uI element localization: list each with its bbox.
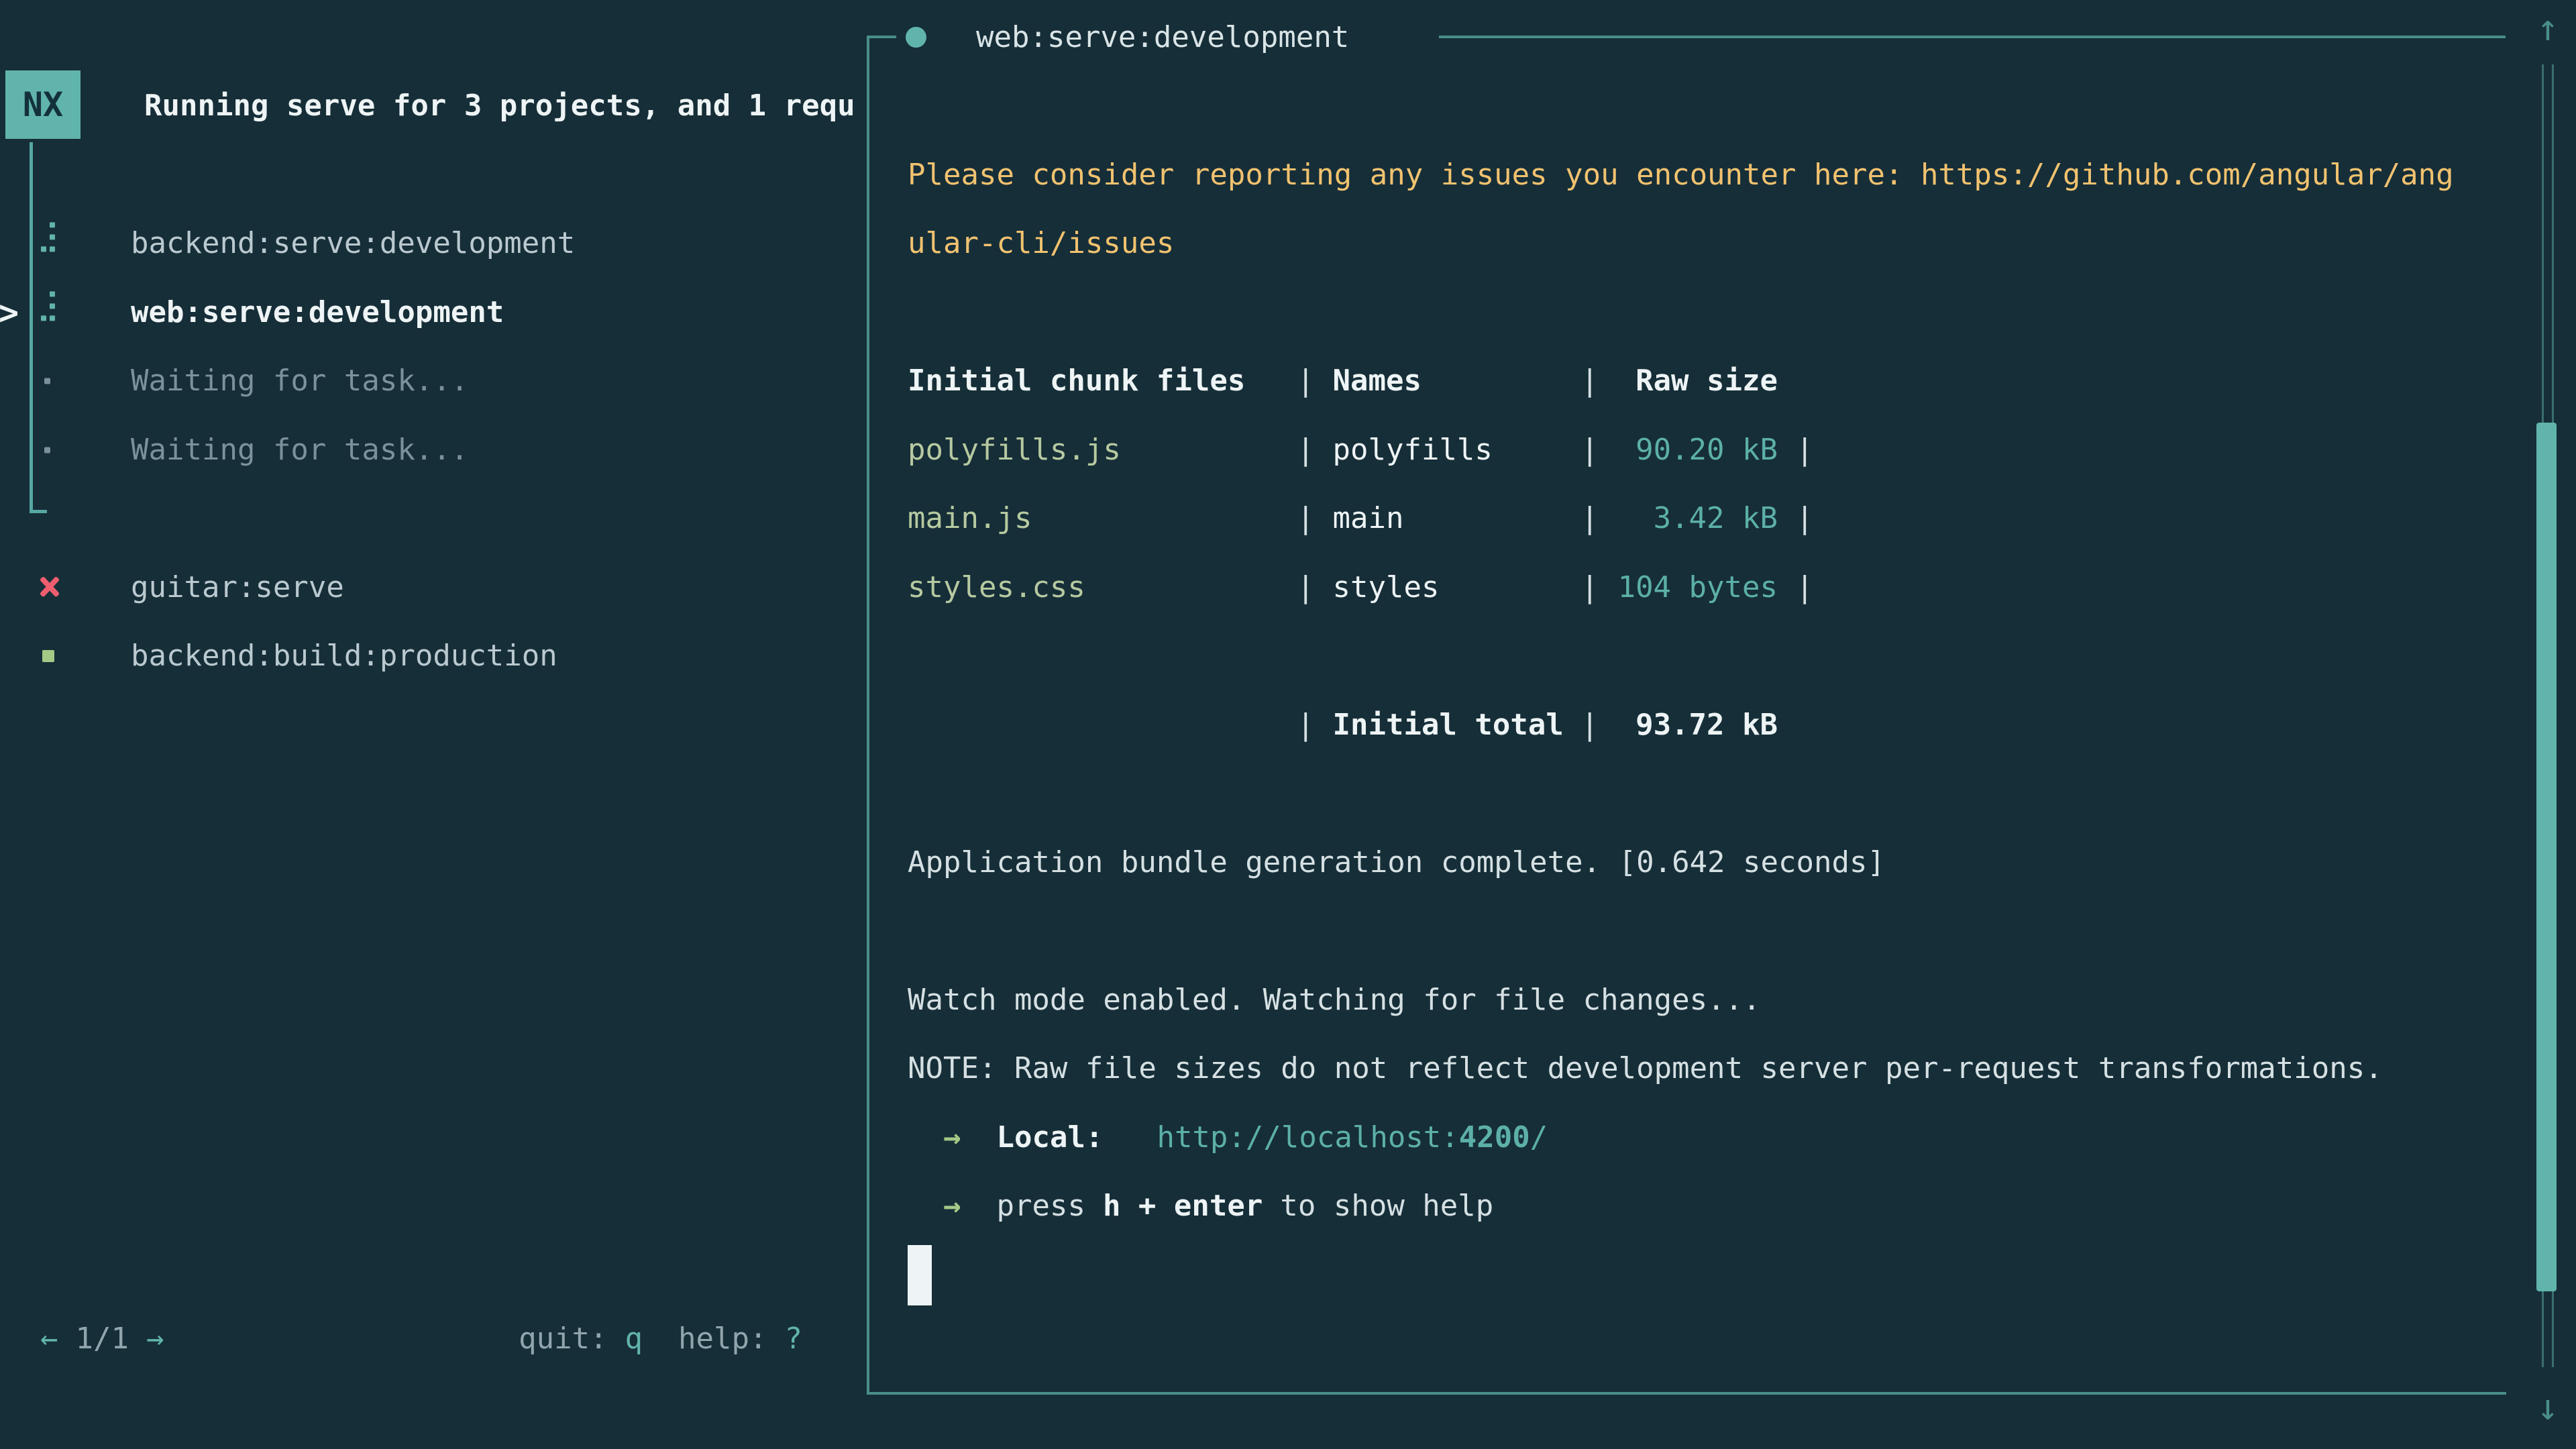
scroll-down-arrow-icon[interactable]: ↓ [2529,1379,2567,1436]
issue-notice-line-1: Please consider reporting any issues you… [908,140,2454,209]
column-separator: | [1297,708,1315,742]
task-group-guide-corner [30,510,47,513]
local-url-port: 4200 [1459,1120,1530,1155]
issue-notice-line-2: ular-cli/issues [908,209,1174,278]
help-hint-line: → press h + enter to show help [908,1171,1493,1240]
panel-border-top-segment [867,36,896,38]
help-key: ? [785,1322,803,1356]
raw-size-note-line: NOTE: Raw file sizes do not reflect deve… [908,1034,2383,1103]
chunk-size: 3.42 kB [1617,501,1778,535]
panel-border-bottom [867,1392,2506,1395]
help-hint-keys: h + enter [1103,1189,1263,1223]
quit-hint-label: quit: [519,1322,607,1356]
column-header-raw-size: Raw size [1617,364,1778,398]
column-header-files: Initial chunk files [908,364,1297,398]
task-label-selected: web:serve:development [131,295,504,329]
nx-tui-screen: NX Running serve for 3 projects, and 1 r… [0,0,2576,1449]
task-label: backend:build:production [131,639,557,673]
chunk-table-row: main.js | main | 3.42 kB | [908,484,1814,553]
quit-key: q [625,1322,643,1356]
local-url-base: http://localhost: [1157,1120,1458,1155]
column-separator: | [1581,708,1599,742]
task-list-sidebar: NX Running serve for 3 projects, and 1 r… [0,0,865,1449]
panel-border-left [867,36,869,1395]
chunk-size: 104 bytes [1617,570,1778,604]
chunk-name: main [1333,501,1581,535]
task-row-waiting-2[interactable]: Waiting for task... [0,415,865,484]
local-label: Local: [997,1120,1104,1155]
column-separator: | [1297,364,1315,398]
local-url[interactable]: http://localhost:4200/ [1157,1120,1548,1155]
row-end-separator: | [1796,433,1814,467]
page-prev-arrow[interactable]: ← [40,1322,58,1356]
scrollbar-thumb[interactable] [2536,423,2557,1291]
chunk-table-row: polyfills.js | polyfills | 90.20 kB | [908,415,1814,484]
column-separator: | [1297,433,1315,467]
chunk-file: polyfills.js [908,433,1297,467]
task-label: Waiting for task... [131,364,468,398]
help-hint-suffix: to show help [1280,1189,1493,1223]
chunk-file: main.js [908,501,1297,535]
task-row-guitar-serve[interactable]: guitar:serve [0,553,865,622]
row-end-separator: | [1796,501,1814,535]
success-square-icon [42,650,54,662]
initial-total-size: 93.72 kB [1617,708,1778,742]
selected-chevron-icon: > [0,293,19,332]
column-header-names: Names [1333,364,1581,398]
chunk-file: styles.css [908,570,1297,604]
column-separator: | [1581,433,1599,467]
panel-title: web:serve:development [976,3,1349,72]
page-next-arrow[interactable]: → [146,1322,164,1356]
keyboard-hints: quit: q help:? [519,1322,802,1356]
column-separator: | [1297,570,1315,604]
local-url-path: / [1530,1120,1548,1155]
task-row-backend-build[interactable]: backend:build:production [0,621,865,690]
chunk-table-row: styles.css | styles | 104 bytes | [908,553,1814,622]
spinner-icon [41,222,55,252]
nx-logo-text: NX [23,85,63,124]
pagination: ← 1/1 → [40,1322,164,1356]
sidebar-bottom-bar: ← 1/1 → quit: q help:? [0,1304,865,1373]
arrow-right-icon: → [943,1120,961,1155]
column-separator: | [1581,570,1599,604]
chunk-size: 90.20 kB [1617,433,1778,467]
task-row-web-serve[interactable]: > web:serve:development [0,278,865,347]
task-row-backend-serve[interactable]: backend:serve:development [0,209,865,278]
initial-total-row: | Initial total | 93.72 kB [908,690,1778,759]
task-label: guitar:serve [131,570,344,604]
column-separator: | [1581,501,1599,535]
chunk-name: styles [1333,570,1581,604]
task-row-waiting-1[interactable]: Waiting for task... [0,346,865,415]
watch-mode-line: Watch mode enabled. Watching for file ch… [908,965,1761,1034]
page-indicator: 1/1 [76,1322,129,1356]
running-status-dot-icon [906,27,926,48]
sidebar-title: Running serve for 3 projects, and 1 requ [144,71,865,140]
column-separator: | [1581,364,1599,398]
task-label: backend:serve:development [131,226,575,260]
task-label: Waiting for task... [131,433,468,467]
initial-total-label: Initial total [1333,708,1581,742]
chunk-name: polyfills [1333,433,1581,467]
pending-dot-icon [44,378,50,384]
help-hint-prefix: press [997,1189,1085,1223]
local-server-line: → Local: http://localhost:4200/ [908,1103,1548,1172]
spinner-icon [41,291,55,321]
arrow-right-icon: → [943,1189,961,1223]
bundle-complete-line: Application bundle generation complete. … [908,828,1885,897]
column-separator: | [1297,501,1315,535]
row-end-separator: | [1796,570,1814,604]
failed-x-icon [38,575,60,598]
scroll-up-arrow-icon[interactable]: ↑ [2529,0,2567,56]
nx-logo: NX [5,70,80,139]
pending-dot-icon [44,447,50,453]
help-hint-label: help: [678,1322,767,1356]
terminal-cursor [908,1245,932,1305]
panel-border-top-rule [1439,36,2506,38]
chunk-table-header-row: Initial chunk files | Names | Raw size [908,346,1778,415]
